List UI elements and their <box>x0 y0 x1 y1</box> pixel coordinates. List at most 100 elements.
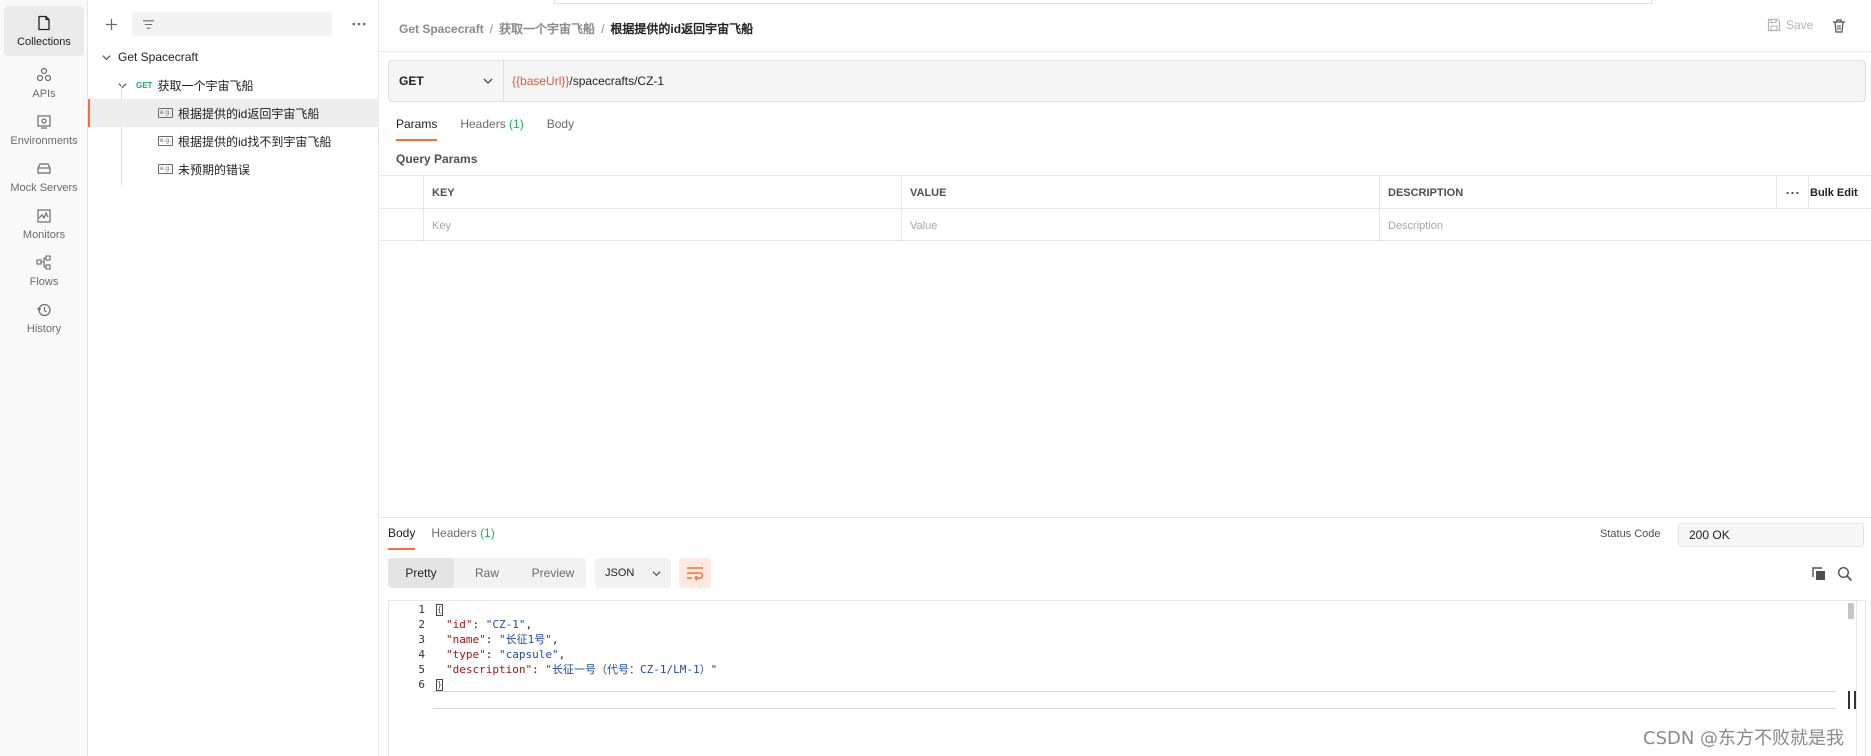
example-row[interactable]: e.g. 根据提供的id找不到宇宙飞船 <box>88 127 379 155</box>
tab-label: Body <box>388 526 416 540</box>
format-select[interactable]: JSON <box>595 558 671 588</box>
rail-label: APIs <box>32 87 56 100</box>
example-icon: e.g. <box>158 164 173 174</box>
json-colon: : <box>532 663 546 676</box>
sidebar-more-button[interactable] <box>348 13 370 35</box>
json-key: "type" <box>446 648 486 661</box>
copy-icon[interactable] <box>1811 566 1827 582</box>
row-checkbox-cell <box>380 209 424 242</box>
chevron-down-icon <box>483 78 493 84</box>
tab-headers[interactable]: Headers (1) <box>460 117 523 141</box>
apis-icon <box>36 67 52 81</box>
url-input[interactable]: {{baseUrl}}/spacecrafts/CZ-1 <box>504 61 664 101</box>
more-icon <box>352 22 366 26</box>
watermark: CSDN @东方不败就是我 <box>1643 728 1845 749</box>
example-row[interactable]: e.g. 根据提供的id返回宇宙飞船 <box>88 99 379 127</box>
filter-icon <box>142 19 155 29</box>
url-bar: GET {{baseUrl}}/spacecrafts/CZ-1 <box>388 60 1866 102</box>
url-variable: {{baseUrl}} <box>512 74 570 88</box>
tab-label: Body <box>546 117 575 131</box>
view-preview-button[interactable]: Preview <box>520 558 586 588</box>
column-header: DESCRIPTION <box>1380 176 1777 209</box>
collection-row[interactable]: Get Spacecraft <box>88 43 379 71</box>
checkbox-column <box>380 176 424 209</box>
method-value: GET <box>399 74 424 88</box>
status-code-input[interactable]: 200 OK <box>1678 523 1864 547</box>
table-more-button[interactable] <box>1777 176 1809 209</box>
json-comma: , <box>551 633 559 646</box>
request-header: Get Spacecraft / 获取一个宇宙飞船 / 根据提供的id返回宇宙飞船 Sa… <box>380 0 1871 52</box>
search-icon[interactable] <box>1837 566 1853 582</box>
rail-collections[interactable]: Collections <box>4 6 84 56</box>
status-code-value: 200 OK <box>1689 528 1730 542</box>
wrap-lines-button[interactable] <box>679 558 711 588</box>
response-pane: Body Headers (1) Status Code 200 OK Pret… <box>380 517 1871 756</box>
json-colon: : <box>485 633 499 646</box>
json-value: "CZ-1" <box>485 618 526 631</box>
json-key: "description" <box>446 663 533 676</box>
request-row[interactable]: GET 获取一个宇宙飞船 <box>88 71 379 99</box>
tab-params[interactable]: Params <box>396 117 438 141</box>
chevron-down-icon[interactable] <box>116 79 128 91</box>
url-path: /spacecrafts/CZ-1 <box>569 74 665 88</box>
chevron-down-icon[interactable] <box>100 51 112 63</box>
table-row: Key Value Description <box>380 209 1871 242</box>
rail-mock-servers[interactable]: Mock Servers <box>4 152 84 202</box>
bulk-edit-button[interactable]: Bulk Edit <box>1810 176 1858 209</box>
code-line: "description": "长征一号（代号：CZ-1/LM-1）" <box>446 661 717 679</box>
key-input[interactable]: Key <box>424 209 902 242</box>
column-header: VALUE <box>902 176 1380 209</box>
tab-response-body[interactable]: Body <box>388 526 416 550</box>
table-header-row: KEY VALUE DESCRIPTION Bulk Edit <box>380 176 1871 209</box>
json-colon: : <box>472 618 486 631</box>
rail-label: Collections <box>17 35 71 48</box>
tab-count: (1) <box>480 526 495 540</box>
rail-label: Flows <box>29 275 59 288</box>
mock-servers-icon <box>37 162 51 174</box>
rail-history[interactable]: History <box>4 293 84 343</box>
response-tabs: Body Headers (1) <box>388 526 511 550</box>
example-icon: e.g. <box>158 136 173 146</box>
view-raw-button[interactable]: Raw <box>454 558 520 588</box>
breadcrumb: Get Spacecraft / 获取一个宇宙飞船 / 根据提供的id返回宇宙飞船 <box>399 20 753 37</box>
collections-sidebar: Get Spacecraft GET 获取一个宇宙飞船 e.g. 根据提供的id… <box>88 0 379 756</box>
request-name: 获取一个宇宙飞船 <box>157 78 254 93</box>
rail-label: Monitors <box>22 228 66 241</box>
breadcrumb-collection[interactable]: Get Spacecraft <box>399 22 484 36</box>
view-pretty-button[interactable]: Pretty <box>388 558 454 588</box>
main-pane: Get Spacecraft / 获取一个宇宙飞船 / 根据提供的id返回宇宙飞船 Sa… <box>380 0 1871 756</box>
rail-apis[interactable]: APIs <box>4 58 84 108</box>
save-button[interactable]: Save <box>1767 18 1813 32</box>
history-icon <box>37 303 51 316</box>
plus-icon <box>105 18 117 30</box>
value-input[interactable]: Value <box>902 209 1380 242</box>
method-select[interactable]: GET <box>389 61 504 101</box>
json-key: "name" <box>446 633 486 646</box>
query-params-heading: Query Params <box>396 152 478 166</box>
json-colon: : <box>485 648 499 661</box>
scrollbar-thumb[interactable] <box>1848 603 1854 619</box>
breadcrumb-request[interactable]: 获取一个宇宙飞船 <box>499 22 595 36</box>
tab-count: (1) <box>509 117 524 131</box>
filter-input[interactable] <box>132 12 332 36</box>
line-number: 6 <box>418 678 425 691</box>
cursor-marker <box>1848 691 1856 709</box>
tab-response-headers[interactable]: Headers (1) <box>431 526 494 550</box>
more-icon <box>1786 191 1799 194</box>
delete-icon[interactable] <box>1831 18 1847 34</box>
method-badge: GET <box>136 80 153 90</box>
open-brace: { <box>436 604 443 616</box>
tab-label: Headers <box>431 526 477 540</box>
tab-body[interactable]: Body <box>547 117 574 141</box>
example-name: 根据提供的id返回宇宙飞船 <box>178 106 320 121</box>
json-comma: , <box>525 618 533 631</box>
rail-monitors[interactable]: Monitors <box>4 199 84 249</box>
description-input[interactable]: Description <box>1380 209 1871 242</box>
rail-environments[interactable]: Environments <box>4 105 84 155</box>
new-collection-button[interactable] <box>100 13 122 35</box>
example-row[interactable]: e.g. 未预期的错误 <box>88 155 379 183</box>
active-line-highlight <box>433 691 1836 709</box>
example-name: 根据提供的id找不到宇宙飞船 <box>178 134 332 149</box>
rail-flows[interactable]: Flows <box>4 246 84 296</box>
save-label: Save <box>1786 18 1814 32</box>
